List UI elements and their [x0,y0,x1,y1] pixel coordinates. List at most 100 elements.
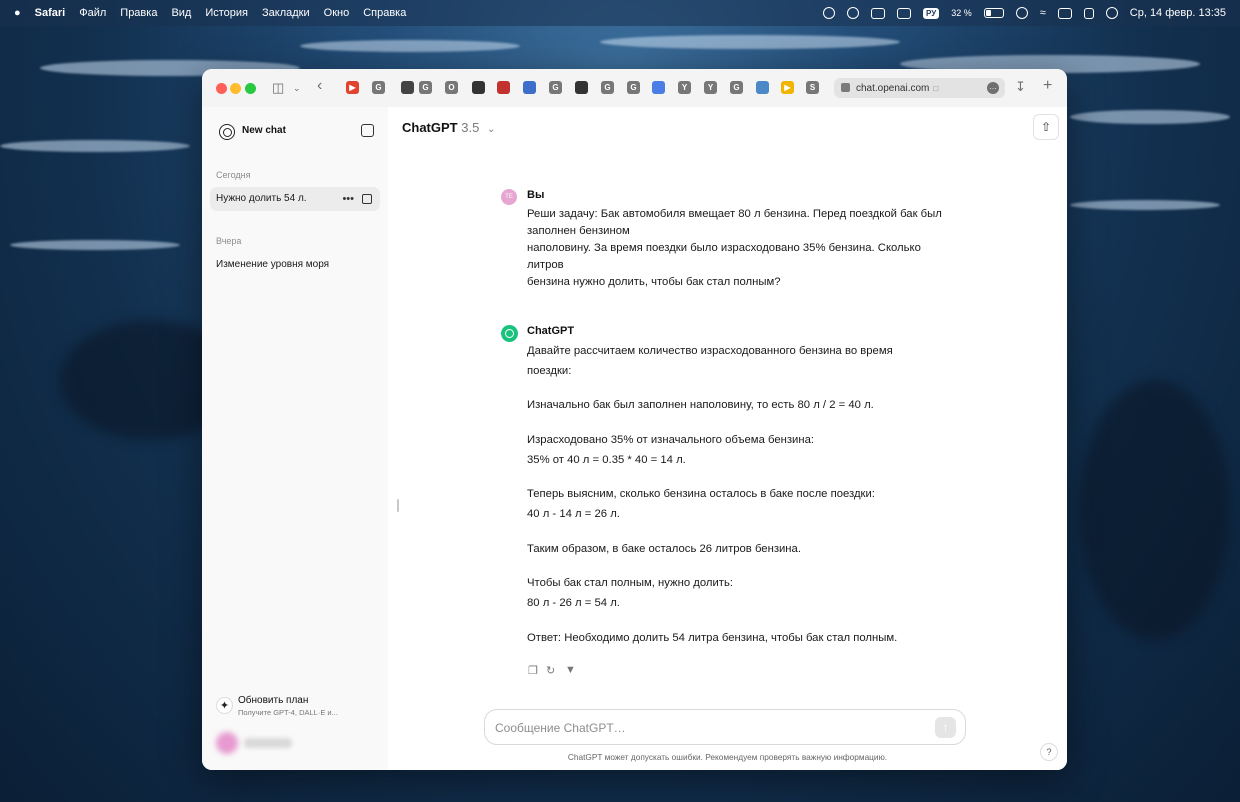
share-button[interactable]: ⇧ [1033,114,1059,140]
tab-favicon-8[interactable]: Y [704,81,717,94]
chat-sidebar: New chat Сегодня Нужно долить 54 л. ••• … [202,107,388,770]
tab-favicon-2[interactable]: G [419,81,432,94]
tab-favicon-play[interactable]: ▶ [781,81,794,94]
message-line: бензина нужно долить, чтобы бак стал пол… [527,276,781,288]
more-icon[interactable]: … [987,82,999,94]
screen-icon[interactable] [870,7,885,19]
chevron-down-icon[interactable]: ⌄ [293,83,301,94]
tab-favicon-chatgpt-2[interactable] [472,81,485,94]
menu-bookmarks[interactable]: Закладки [262,7,310,19]
tab-favicon-blue[interactable] [756,81,769,94]
tab-favicon-1[interactable]: G [372,81,385,94]
message-author-user: Вы [527,189,545,201]
siri-icon[interactable] [1105,7,1118,19]
tab-favicon-dark[interactable] [575,81,588,94]
model-selector[interactable]: ChatGPT 3.5 ⌄ [402,120,495,135]
safari-window: ◫ ⌄ ‹ ▶ G G O G G G Y Y G ▶ S chat.opena… [202,69,1067,770]
chatgpt-avatar-icon [501,325,518,342]
archive-icon[interactable] [362,194,372,204]
message-line: поездки: [527,365,572,377]
play-icon[interactable] [1015,7,1028,19]
sidebar-resize-handle[interactable] [397,499,399,512]
tab-favicon-chatgpt[interactable] [401,81,414,94]
sparkle-icon[interactable]: ✦ [216,697,233,714]
message-line: Давайте рассчитаем количество израсходов… [527,345,893,357]
message-line: Таким образом, в баке осталось 26 литров… [527,543,801,555]
message-input[interactable] [495,719,925,737]
tab-favicon-3[interactable]: O [445,81,458,94]
message-line: Чтобы бак стал полным, нужно долить: [527,577,733,589]
thumbs-down-icon[interactable]: ▼ [565,664,576,676]
tab-favicon-red[interactable] [497,81,510,94]
downloads-icon[interactable]: ↧ [1015,79,1026,95]
help-button[interactable]: ? [1040,743,1058,761]
sidebar-toggle-icon[interactable]: ◫ [272,80,284,96]
tab-favicon-youtube[interactable]: ▶ [346,81,359,94]
compose-icon[interactable] [361,124,374,137]
message-author-assistant: ChatGPT [527,325,575,337]
back-icon[interactable]: ‹ [317,77,322,95]
new-chat-button[interactable]: New chat [242,125,286,136]
menu-window[interactable]: Окно [324,7,350,19]
menu-help[interactable]: Справка [363,7,406,19]
address-bar[interactable]: chat.openai.com □ … [834,78,1005,98]
tab-favicon-10[interactable]: S [806,81,819,94]
regenerate-icon[interactable]: ↻ [546,664,555,677]
message-line: 40 л - 14 л = 26 л. [527,508,620,520]
zoom-window-button[interactable] [245,83,256,94]
user-name-blurred[interactable] [244,738,292,748]
menu-app-name[interactable]: Safari [35,7,66,19]
close-tab-icon[interactable] [841,83,850,92]
avatar[interactable] [216,732,238,754]
more-options-icon[interactable]: ••• [342,187,354,211]
input-language-indicator[interactable]: РУ [922,7,940,19]
menu-edit[interactable]: Правка [120,7,157,19]
status-app2-icon[interactable] [846,7,859,19]
section-yesterday: Вчера [216,236,242,246]
menu-view[interactable]: Вид [171,7,191,19]
user-message: Реши задачу: Бак автомобиля вмещает 80 л… [527,206,967,291]
message-line: 35% от 40 л = 0.35 * 40 = 14 л. [527,454,686,466]
battery-percent: 32 % [951,8,972,18]
tab-favicon-translate[interactable] [652,81,665,94]
display-icon[interactable] [896,7,911,19]
clock[interactable]: Ср, 14 февр. 13:35 [1130,7,1226,19]
chat-item-yesterday[interactable]: Изменение уровня моря [210,253,380,277]
copy-icon[interactable]: ❐ [528,664,538,677]
control-center-icon[interactable] [1083,7,1094,19]
apple-icon[interactable]: ● [14,7,21,19]
tab-favicon-9[interactable]: G [730,81,743,94]
message-line: Изначально бак был заполнен наполовину, … [527,399,874,411]
status-app-icon[interactable] [822,7,835,19]
model-version: 3.5 [461,120,480,135]
screen-mirroring-icon[interactable] [1057,7,1072,19]
battery-icon[interactable] [983,8,1004,18]
close-window-button[interactable] [216,83,227,94]
menu-bar: ● Safari Файл Правка Вид История Закладк… [0,0,1240,26]
send-button[interactable]: ↑ [935,717,956,738]
upgrade-plan-subtitle: Получите GPT-4, DALL·E и... [238,708,338,717]
chevron-down-icon: ⌄ [486,124,496,135]
message-line: Теперь выясним, сколько бензина осталось… [527,488,875,500]
openai-logo-icon [219,124,235,140]
model-name: ChatGPT [402,120,458,135]
minimize-window-button[interactable] [230,83,241,94]
new-tab-icon[interactable]: + [1043,77,1052,95]
menu-file[interactable]: Файл [79,7,106,19]
tab-favicon-5[interactable]: G [601,81,614,94]
tab-favicon-clock[interactable] [523,81,536,94]
chat-main: ChatGPT 3.5 ⌄ ⇧ TE Вы Реши задачу: Бак а… [388,107,1067,770]
wifi-icon[interactable]: ≈ [1040,7,1046,19]
lock-icon: □ [933,83,939,93]
chat-item-label: Нужно долить 54 л. [216,193,307,204]
menu-history[interactable]: История [205,7,248,19]
tab-favicon-4[interactable]: G [549,81,562,94]
tab-favicon-7[interactable]: Y [678,81,691,94]
chat-item-today[interactable]: Нужно долить 54 л. ••• [210,187,380,211]
section-today: Сегодня [216,170,251,180]
message-line: литров [527,259,564,271]
message-line: Ответ: Необходимо долить 54 литра бензин… [527,632,898,644]
tab-favicon-6[interactable]: G [627,81,640,94]
message-line: заполнен бензином [527,225,630,237]
upgrade-plan-button[interactable]: Обновить план [238,695,308,706]
